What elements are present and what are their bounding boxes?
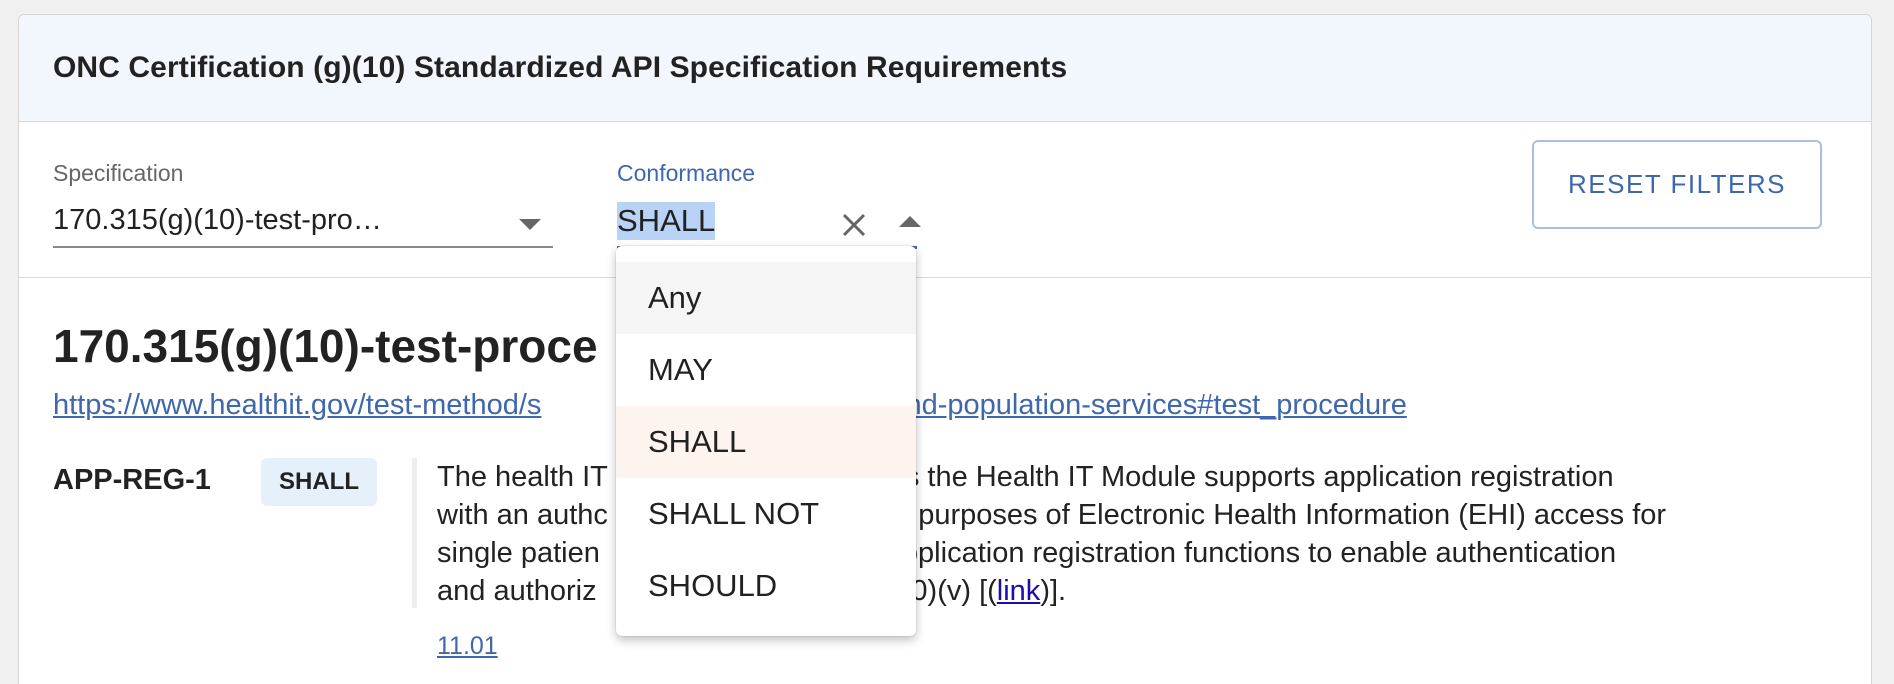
text-fragment: rates the Health IT Module supports appl… [854,461,1614,493]
section-link-start[interactable]: https://www.healthit.gov/test-method/s [53,389,541,421]
version-link[interactable]: 11.01 [437,632,498,661]
option-may[interactable]: MAY [616,334,916,406]
option-shall[interactable]: SHALL [616,406,916,478]
conformance-badge: SHALL [261,458,377,506]
requirement-divider [412,458,417,608]
specification-select[interactable]: Specification 170.315(g)(10)-test-pro… [53,160,553,248]
reset-filters-button[interactable]: RESET FILTERS [1532,140,1822,229]
section-link-end[interactable]: ent-and-population-services#test_procedu… [839,389,1406,421]
clear-icon[interactable] [839,210,869,240]
card-header: ONC Certification (g)(10) Standardized A… [19,15,1871,122]
text-fragment: The health IT [437,461,608,493]
text-fragment: and authoriz [437,575,597,607]
conformance-label: Conformance [617,160,756,186]
text-fragment: )]. [1040,575,1067,607]
specification-label: Specification [53,160,184,186]
option-should[interactable]: SHOULD [616,550,916,622]
conformance-autocomplete[interactable]: Conformance SHALL [617,160,921,250]
option-shall-not[interactable]: SHALL NOT [616,478,916,550]
text-fragment: he purposes of Electronic Health Informa… [877,499,1667,531]
chevron-up-icon[interactable] [899,216,921,227]
requirements-card: ONC Certification (g)(10) Standardized A… [18,14,1872,684]
text-fragment: for application registration functions t… [835,537,1617,569]
option-any[interactable]: Any [616,262,916,334]
conformance-dropdown: Any MAY SHALL SHALL NOT SHOULD [616,246,916,636]
specification-underline [53,246,553,248]
conformance-input[interactable]: SHALL [617,202,716,240]
text-fragment: single patien [437,537,600,569]
text-fragment: with an authc [437,499,608,531]
specification-value[interactable]: 170.315(g)(10)-test-pro… [53,204,382,237]
requirement-link[interactable]: link [997,575,1041,607]
page-title: ONC Certification (g)(10) Standardized A… [53,51,1068,84]
section-title: 170.315(g)(10)-test-proce [53,320,598,372]
chevron-down-icon[interactable] [519,219,541,230]
requirement-id: APP-REG-1 [53,464,211,496]
